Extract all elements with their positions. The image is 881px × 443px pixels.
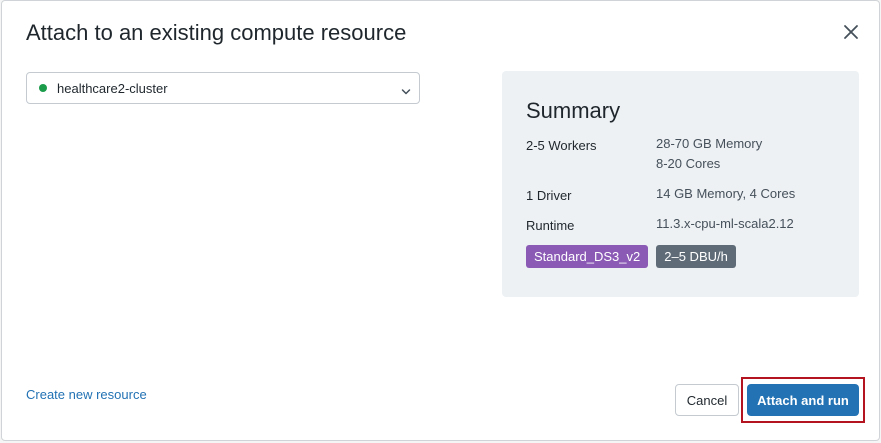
- close-icon: [840, 21, 862, 43]
- cancel-button[interactable]: Cancel: [675, 384, 739, 416]
- create-new-resource-link[interactable]: Create new resource: [26, 387, 147, 402]
- cluster-select[interactable]: healthcare2-cluster: [26, 72, 420, 104]
- runtime-label: Runtime: [526, 218, 575, 233]
- close-button[interactable]: [840, 21, 862, 43]
- attach-and-run-button[interactable]: Attach and run: [747, 384, 859, 416]
- dialog-title: Attach to an existing compute resource: [26, 20, 407, 45]
- summary-badges: Standard_DS3_v2 2–5 DBU/h: [526, 245, 736, 268]
- driver-label: 1 Driver: [526, 188, 572, 203]
- summary-title: Summary: [526, 98, 621, 123]
- summary-panel: Summary 2-5 Workers 28-70 GB Memory 8-20…: [502, 71, 859, 297]
- workers-memory: 28-70 GB Memory: [656, 136, 763, 151]
- instance-type-badge: Standard_DS3_v2: [526, 245, 649, 268]
- chevron-down-icon: [401, 84, 411, 95]
- workers-cores: 8-20 Cores: [656, 156, 721, 171]
- dbu-badge: 2–5 DBU/h: [656, 245, 736, 268]
- cluster-select-value: healthcare2-cluster: [57, 80, 168, 96]
- workers-label: 2-5 Workers: [526, 138, 597, 153]
- runtime-version: 11.3.x-cpu-ml-scala2.12: [656, 216, 794, 231]
- driver-specs: 14 GB Memory, 4 Cores: [656, 186, 796, 201]
- attach-compute-dialog: Attach to an existing compute resource h…: [1, 0, 880, 441]
- cluster-status-dot: [39, 84, 47, 92]
